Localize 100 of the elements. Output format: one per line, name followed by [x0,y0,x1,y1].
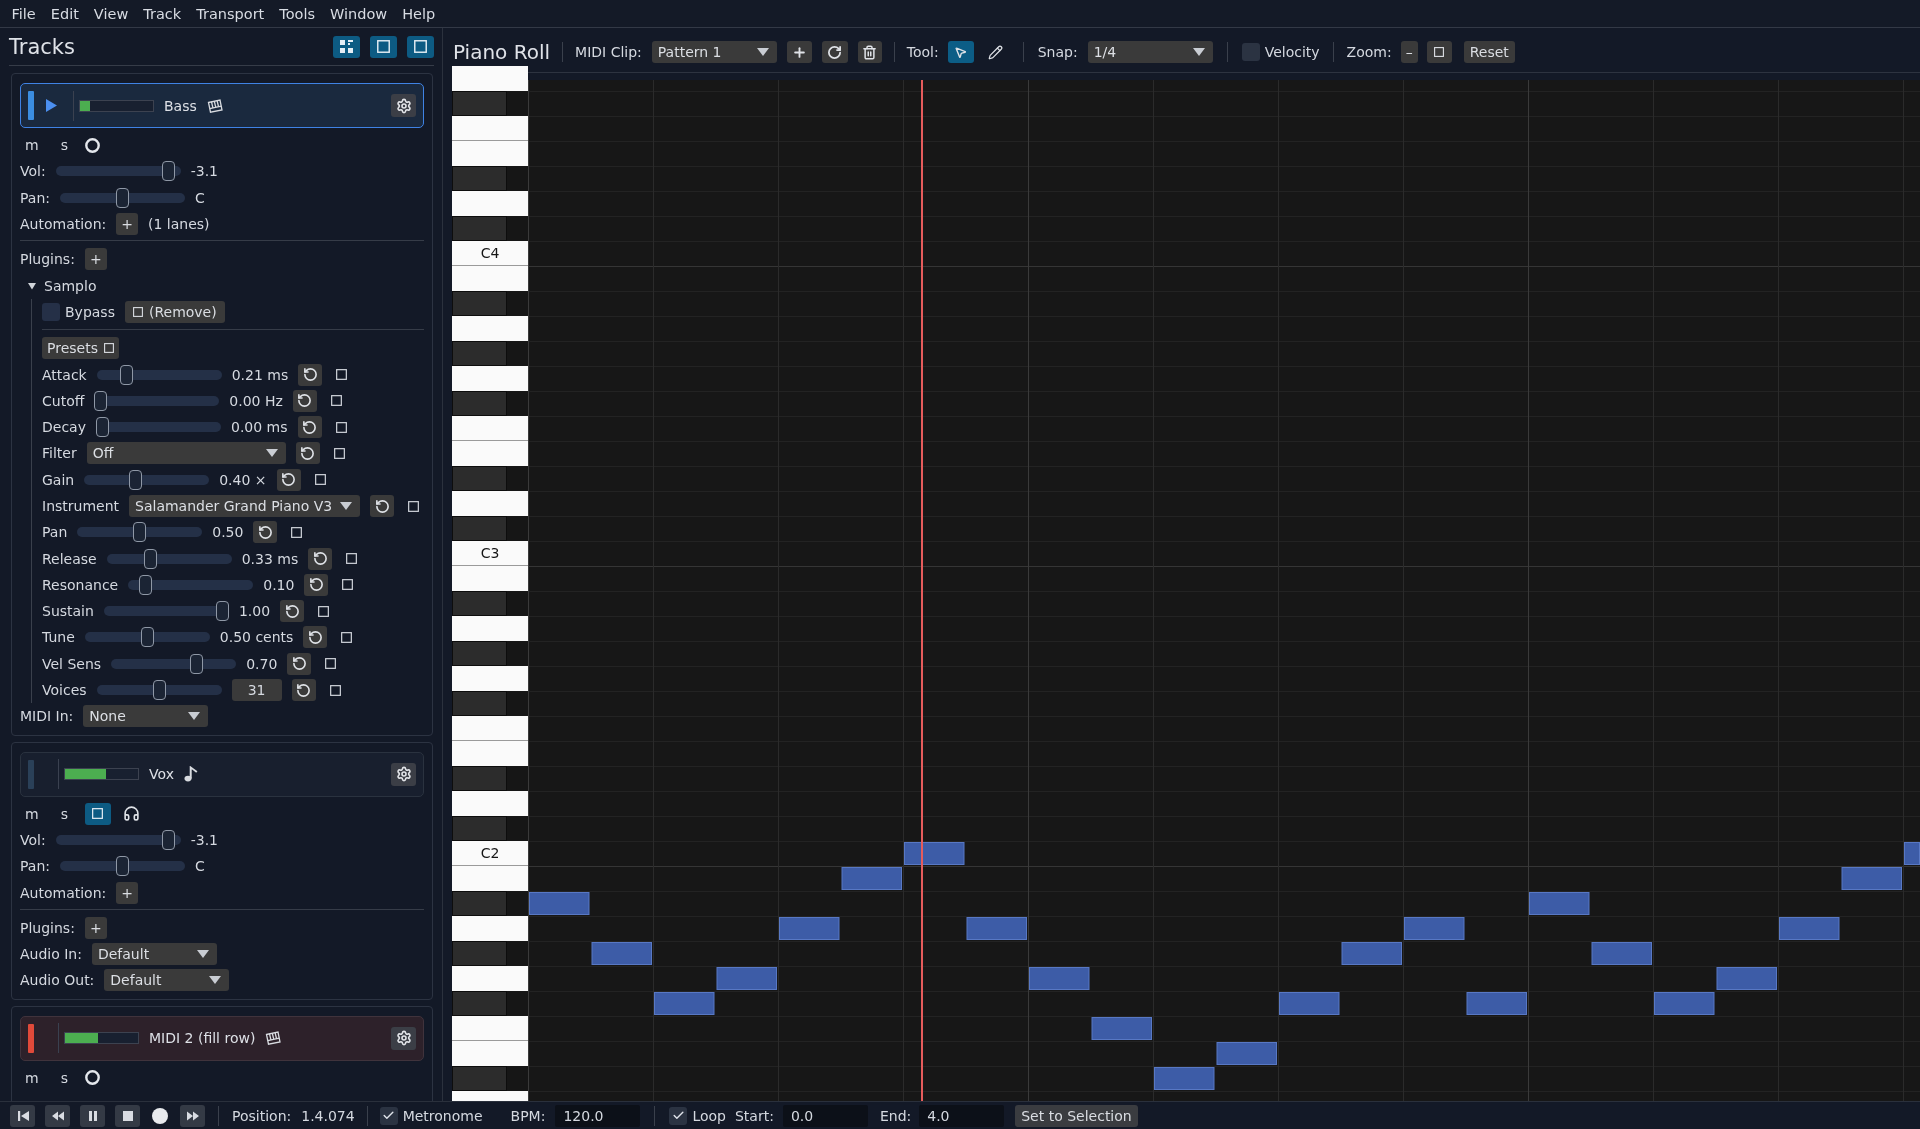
midi-note[interactable] [1279,992,1340,1015]
reset-button[interactable] [298,363,323,386]
ring-icon[interactable] [84,137,100,153]
slider-thumb[interactable] [215,601,229,622]
slider-track[interactable] [94,389,220,412]
tool-button[interactable] [947,41,974,63]
reset-button[interactable] [308,547,333,570]
slider-track[interactable] [111,652,237,675]
slider-thumb[interactable] [143,548,157,569]
slider-thumb[interactable] [116,187,129,208]
reset-button[interactable] [303,626,328,649]
track-header[interactable]: Bass [20,83,424,128]
plugin-name[interactable]: Samplo [44,277,97,294]
midi-note[interactable] [1029,967,1090,990]
reset-button[interactable] [304,573,329,596]
solo-button[interactable]: s [55,802,73,825]
midi-note[interactable] [1466,992,1527,1015]
slider-thumb[interactable] [162,161,176,182]
piano-key[interactable] [452,716,528,741]
slider-thumb[interactable] [152,680,166,701]
dropdown[interactable]: Default [91,943,217,966]
midi-note[interactable] [654,992,715,1015]
mute-button[interactable]: m [20,802,44,825]
midi-note[interactable] [1654,992,1715,1015]
piano-key[interactable] [452,91,507,116]
piano-key[interactable] [452,216,507,241]
panel-button[interactable] [407,35,434,58]
checkbox[interactable] [379,1106,398,1125]
slider-thumb[interactable] [120,364,134,385]
midi-note[interactable] [1091,1017,1152,1040]
headphones-icon[interactable] [122,805,140,823]
checkbox[interactable] [42,302,60,321]
add-button[interactable]: + [116,213,138,236]
number-field[interactable]: 31 [231,679,282,702]
settings-button[interactable] [391,762,416,786]
slider-track[interactable] [96,679,222,702]
midi-note[interactable] [591,942,652,965]
text-field[interactable]: 4.0 [919,1104,1005,1127]
slider-track[interactable] [106,547,232,570]
dropdown[interactable]: 1/4 [1087,41,1213,63]
checkbox[interactable] [1241,43,1260,61]
piano-key[interactable] [452,466,507,491]
dropdown[interactable]: Default [104,969,230,992]
piano-key[interactable]: C4 [452,241,528,266]
reset-button[interactable] [253,521,278,544]
dropdown[interactable]: Off [86,442,286,465]
midi-note[interactable] [1716,967,1777,990]
pause-button[interactable] [80,1104,105,1127]
midi-note[interactable] [529,892,590,915]
slider-thumb[interactable] [95,417,109,438]
reset-button[interactable] [292,389,317,412]
midi-note[interactable] [1591,942,1652,965]
add-button[interactable] [786,41,812,63]
reset-button[interactable] [280,600,305,623]
piano-key[interactable] [452,991,507,1016]
slider-track[interactable] [55,160,181,183]
slider-track[interactable] [96,363,222,386]
delete-button[interactable] [857,41,882,63]
midi-note[interactable] [1216,1042,1277,1065]
menu-item[interactable]: Help [394,3,443,24]
reset-button[interactable] [287,652,312,675]
mute-button[interactable]: m [20,1066,44,1089]
reset-button[interactable] [297,416,322,439]
menu-item[interactable]: Track [135,3,189,24]
midi-note[interactable] [966,917,1027,940]
rewind-button[interactable] [45,1104,70,1127]
ring-icon[interactable] [84,1070,100,1086]
track-header[interactable]: Vox [20,751,424,797]
menu-item[interactable]: File [4,3,44,24]
presets-button[interactable]: Presets [42,337,119,360]
menu-item[interactable]: View [86,3,136,24]
slider-thumb[interactable] [139,574,153,595]
midi-note[interactable] [716,967,777,990]
piano-key[interactable] [452,591,507,616]
reset-button[interactable] [291,679,316,702]
tracks-view-button[interactable] [333,35,360,58]
slider-thumb[interactable] [116,856,129,877]
piano-key[interactable] [452,166,507,191]
piano-key[interactable] [452,641,507,666]
zoom-button[interactable] [1426,41,1452,63]
checkbox[interactable] [669,1106,688,1125]
piano-key[interactable] [452,116,528,141]
piano-key[interactable] [452,391,507,416]
reset-button[interactable]: Reset [1463,41,1515,63]
text-field[interactable]: 0.0 [782,1104,868,1127]
slider-thumb[interactable] [133,522,147,543]
slider-thumb[interactable] [189,653,203,674]
menu-item[interactable]: Edit [43,3,87,24]
reset-button[interactable] [276,468,301,491]
menu-item[interactable]: Window [322,3,395,24]
solo-button[interactable]: s [55,134,73,157]
panel-button[interactable] [370,35,397,58]
fast-forward-button[interactable] [180,1104,205,1127]
piano-key[interactable] [452,766,507,791]
midi-note[interactable] [1341,942,1402,965]
piano-key[interactable] [452,1066,507,1091]
midi-note[interactable] [779,917,840,940]
remove-button[interactable]: (Remove) [124,300,225,323]
piano-key[interactable] [452,516,507,541]
slider-thumb[interactable] [94,390,108,411]
